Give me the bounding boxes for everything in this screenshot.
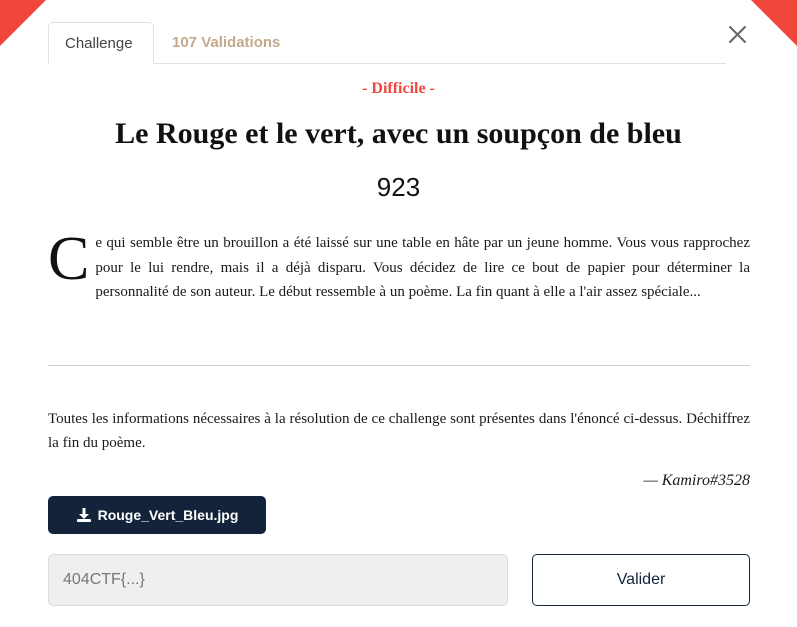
corner-ribbon-right (751, 0, 797, 46)
description-dropcap: C (48, 225, 90, 293)
download-file-button[interactable]: Rouge_Vert_Bleu.jpg (48, 496, 266, 534)
challenge-points: 923 (376, 172, 421, 202)
description-text: e qui semble être un brouillon a été lai… (95, 235, 750, 300)
download-file-label: Rouge_Vert_Bleu.jpg (97, 507, 239, 523)
tab-challenge[interactable]: Challenge (48, 22, 154, 64)
download-icon (76, 507, 92, 523)
submit-button[interactable]: Valider (532, 554, 750, 606)
divider (48, 365, 750, 366)
tab-bar: Challenge 107 Validations (48, 22, 726, 64)
challenge-author: — Kamiro#3528 (643, 472, 750, 489)
difficulty-label: - Difficile - (362, 80, 435, 97)
close-button[interactable] (722, 20, 752, 50)
close-icon (729, 26, 746, 43)
flag-input[interactable] (48, 554, 508, 606)
challenge-description: Ce qui semble être un brouillon a été la… (48, 225, 750, 305)
corner-ribbon-left (0, 0, 46, 46)
tab-validations[interactable]: 107 Validations (156, 22, 296, 64)
challenge-title: Le Rouge et le vert, avec un soupçon de … (115, 117, 682, 150)
challenge-info: Toutes les informations nécessaires à la… (48, 411, 750, 451)
